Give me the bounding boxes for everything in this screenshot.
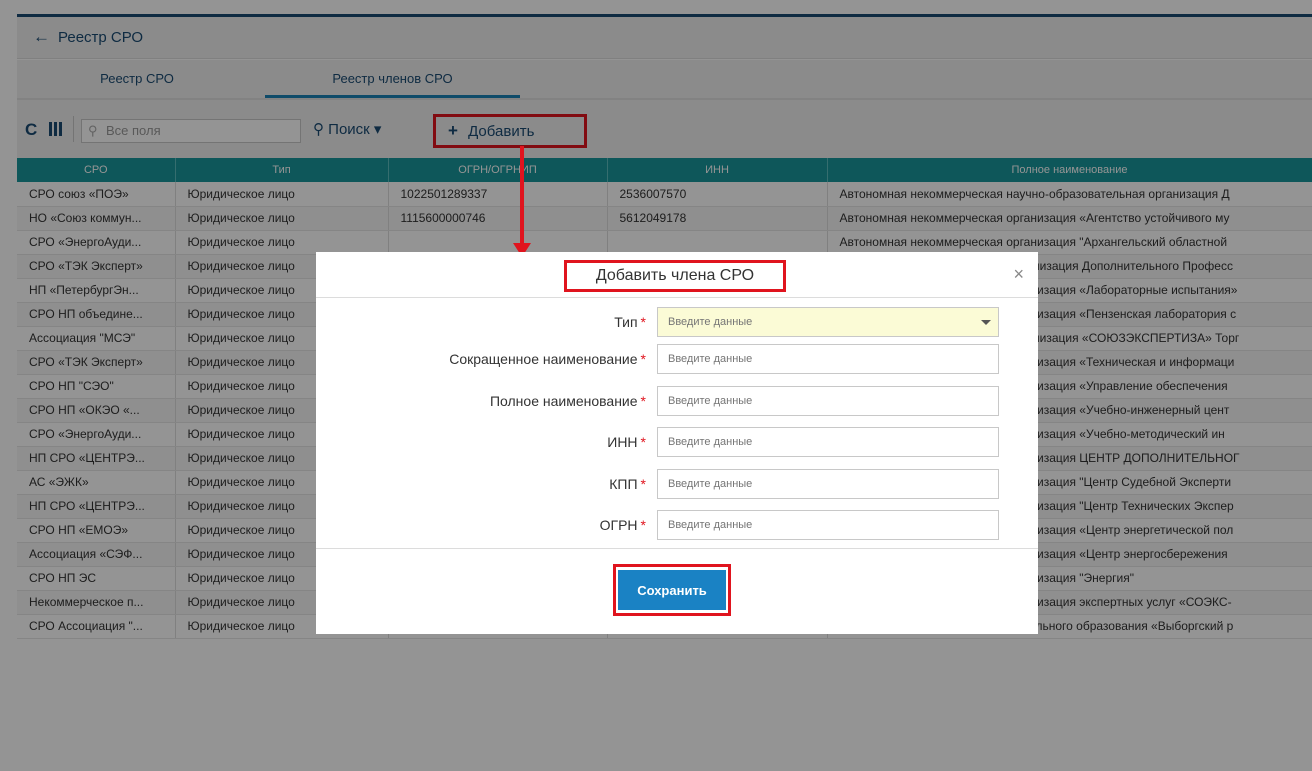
field-type-label: Тип * [614, 314, 646, 330]
required-mark: * [640, 314, 646, 330]
field-short-name-row: Сокращенное наименование * [316, 344, 1038, 374]
field-inn-row: ИНН * [316, 427, 1038, 457]
close-icon[interactable]: × [1013, 264, 1024, 285]
field-label-text: КПП [609, 476, 638, 492]
field-label-text: ИНН [607, 434, 638, 450]
ogrn-input[interactable] [657, 510, 999, 540]
type-select[interactable] [657, 307, 999, 337]
field-label-text: Полное наименование [489, 393, 638, 409]
field-label-text: ОГРН [599, 517, 638, 533]
field-inn-label: ИНН * [607, 434, 646, 450]
required-mark: * [640, 517, 646, 533]
field-label-text: Тип [614, 314, 638, 330]
field-type-row: Тип * [316, 307, 1038, 337]
field-label-text: Сокращенное наименование [449, 351, 638, 367]
field-full-name-label: Полное наименование * [490, 393, 646, 409]
required-mark: * [640, 351, 646, 367]
field-ogrn-label: ОГРН * [600, 517, 646, 533]
field-kpp-label: КПП * [609, 476, 646, 492]
field-full-name-row: Полное наименование * [316, 386, 1038, 416]
required-mark: * [640, 434, 646, 450]
short-name-input[interactable] [657, 344, 999, 374]
add-member-dialog: Добавить члена СРО × Тип* Сокращенное на… [316, 252, 1038, 634]
inn-input[interactable] [657, 427, 999, 457]
save-button[interactable]: Сохранить [618, 570, 726, 610]
required-mark: * [640, 476, 646, 492]
dialog-header: Добавить члена СРО × [316, 252, 1038, 298]
required-mark: * [640, 393, 646, 409]
full-name-input[interactable] [657, 386, 999, 416]
dialog-footer-divider [316, 548, 1038, 549]
kpp-input[interactable] [657, 469, 999, 499]
field-ogrn-row: ОГРН * [316, 510, 1038, 540]
field-short-name-label: Сокращенное наименование * [449, 351, 646, 367]
field-kpp-row: КПП * [316, 469, 1038, 499]
dialog-title: Добавить члена СРО [564, 260, 786, 292]
annotation-arrow [520, 146, 524, 246]
